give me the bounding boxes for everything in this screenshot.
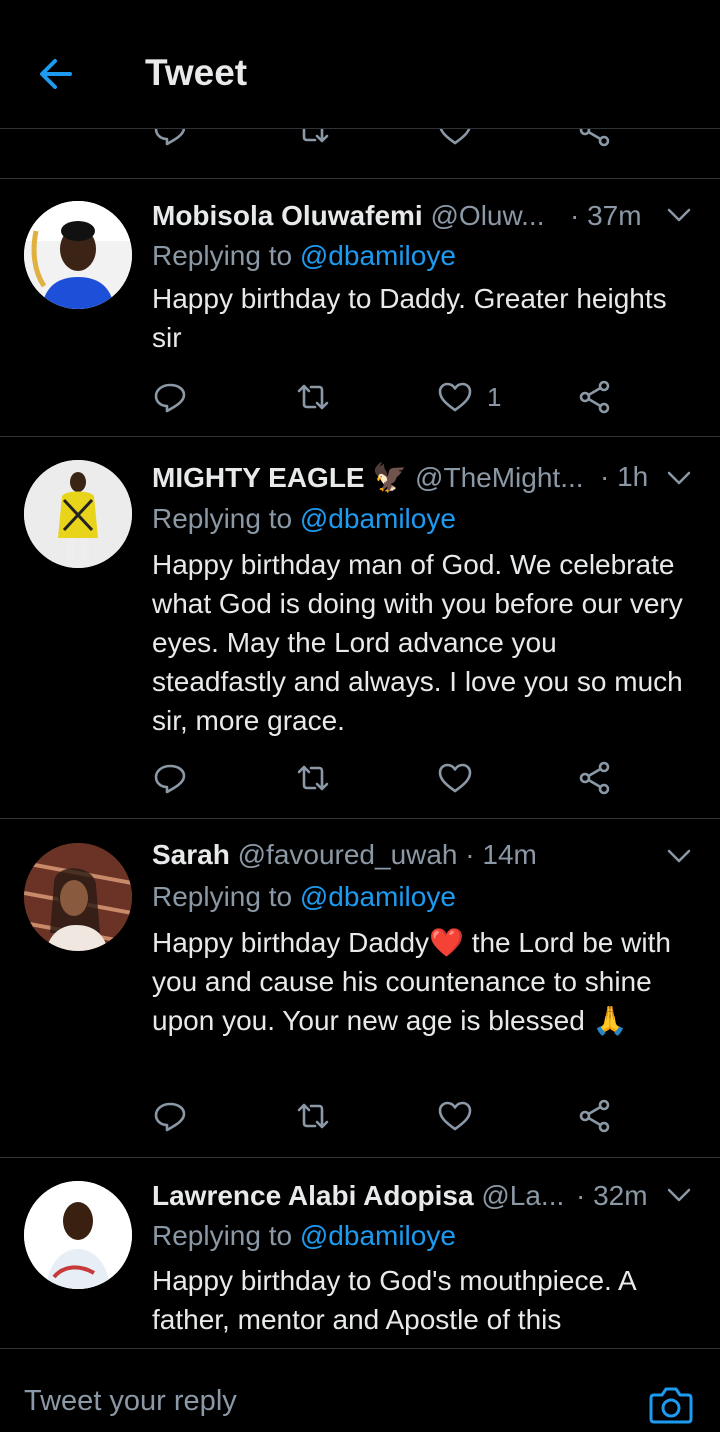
display-name[interactable]: Sarah <box>152 839 230 870</box>
reply-button[interactable] <box>152 758 188 798</box>
avatar-image <box>24 460 132 568</box>
page-title: Tweet <box>145 52 248 93</box>
display-name[interactable]: Mobisola Oluwafemi <box>152 200 423 231</box>
action-bar <box>152 758 622 798</box>
display-name[interactable]: Lawrence Alabi Adopisa <box>152 1180 474 1211</box>
timestamp: · 37m <box>570 200 642 231</box>
tweet-item[interactable]: Lawrence Alabi Adopisa @La... · 32m Repl… <box>0 1158 720 1348</box>
user-handle: @La... <box>481 1180 565 1211</box>
replying-to-link[interactable]: @dbamiloye <box>300 1220 456 1251</box>
reply-button[interactable] <box>152 1096 188 1136</box>
retweet-icon <box>297 384 329 410</box>
avatar-image <box>24 843 132 951</box>
reply-button[interactable] <box>152 377 188 417</box>
avatar[interactable] <box>24 201 132 309</box>
tweet-header: Sarah @favoured_uwah · 14m <box>152 839 692 871</box>
timestamp: · 1h <box>600 461 649 492</box>
reply-icon <box>154 383 186 413</box>
camera-button[interactable] <box>648 1381 694 1427</box>
reply-input[interactable]: Tweet your reply <box>24 1385 237 1418</box>
action-bar: 1 <box>152 377 622 417</box>
like-icon <box>438 1101 472 1131</box>
share-icon <box>579 761 610 795</box>
like-icon <box>438 763 472 793</box>
replying-label: Replying to <box>152 503 293 534</box>
reply-icon <box>154 1102 186 1132</box>
like-count: 1 <box>487 381 502 412</box>
retweet-icon <box>297 1103 329 1129</box>
like-button[interactable]: 1 <box>437 377 501 417</box>
top-app-bar: Tweet <box>0 0 720 129</box>
chevron-down-icon[interactable] <box>666 202 692 228</box>
share-icon <box>579 1099 610 1133</box>
avatar-image <box>24 1181 132 1289</box>
replying-label: Replying to <box>152 240 293 271</box>
tweet-text: Happy birthday man of God. We celebrate … <box>152 549 683 736</box>
camera-icon <box>649 1387 693 1424</box>
like-icon <box>438 382 472 412</box>
tweet-item[interactable]: MIGHTY EAGLE 🦅 @TheMight... · 1h Replyin… <box>0 437 720 819</box>
replying-to: Replying to @dbamiloye <box>152 503 456 535</box>
reply-icon <box>154 128 186 146</box>
reply-button[interactable] <box>152 128 188 150</box>
retweet-button[interactable] <box>295 758 331 798</box>
user-handle: @TheMight... <box>415 462 584 493</box>
timestamp: · 14m <box>465 839 537 870</box>
retweet-button[interactable] <box>295 377 331 417</box>
back-button[interactable] <box>34 52 78 96</box>
share-button[interactable] <box>577 1096 613 1136</box>
like-button[interactable] <box>437 758 473 798</box>
like-icon <box>439 128 471 145</box>
share-button[interactable] <box>577 377 613 417</box>
replying-to-link[interactable]: @dbamiloye <box>300 240 456 271</box>
avatar[interactable] <box>24 460 132 568</box>
avatar-image <box>24 201 132 309</box>
replying-to: Replying to @dbamiloye <box>152 1220 456 1252</box>
share-button[interactable] <box>577 128 613 150</box>
tweet-text: Happy birthday to Daddy. Greater heights… <box>152 283 667 353</box>
tweet-text: Happy birthday Daddy❤️ the Lord be with … <box>152 927 671 1036</box>
replying-to: Replying to @dbamiloye <box>152 881 456 913</box>
replying-to-link[interactable]: @dbamiloye <box>300 881 456 912</box>
avatar[interactable] <box>24 1181 132 1289</box>
replying-label: Replying to <box>152 881 293 912</box>
retweet-button[interactable] <box>295 128 331 150</box>
display-name[interactable]: MIGHTY EAGLE 🦅 <box>152 462 407 493</box>
like-button[interactable] <box>437 128 473 150</box>
action-bar <box>152 1096 622 1136</box>
action-bar <box>152 128 622 150</box>
user-handle: @favoured_uwah <box>237 839 458 870</box>
previous-tweet-actions <box>0 128 720 179</box>
tweet-item[interactable]: Sarah @favoured_uwah · 14m Replying to @… <box>0 819 720 1158</box>
retweet-button[interactable] <box>295 1096 331 1136</box>
reply-icon <box>154 764 186 794</box>
share-icon <box>579 380 610 414</box>
avatar[interactable] <box>24 843 132 951</box>
back-arrow-icon <box>40 59 72 89</box>
retweet-icon <box>302 128 329 143</box>
chevron-down-icon[interactable] <box>666 843 692 869</box>
share-button[interactable] <box>577 758 613 798</box>
like-button[interactable] <box>437 1096 473 1136</box>
replying-to-link[interactable]: @dbamiloye <box>300 503 456 534</box>
timestamp: · 32m <box>576 1180 648 1211</box>
chevron-down-icon[interactable] <box>666 465 692 491</box>
share-icon <box>579 128 610 147</box>
replying-to: Replying to @dbamiloye <box>152 240 456 272</box>
user-handle: @Oluw... <box>430 200 545 231</box>
tweet-text: Happy birthday to God's mouthpiece. A fa… <box>152 1265 636 1335</box>
retweet-icon <box>297 765 329 791</box>
reply-composer[interactable]: Tweet your reply <box>0 1348 720 1424</box>
chevron-down-icon[interactable] <box>666 1182 692 1208</box>
tweet-item[interactable]: Mobisola Oluwafemi @Oluw... · 37m Replyi… <box>0 178 720 437</box>
replying-label: Replying to <box>152 1220 293 1251</box>
